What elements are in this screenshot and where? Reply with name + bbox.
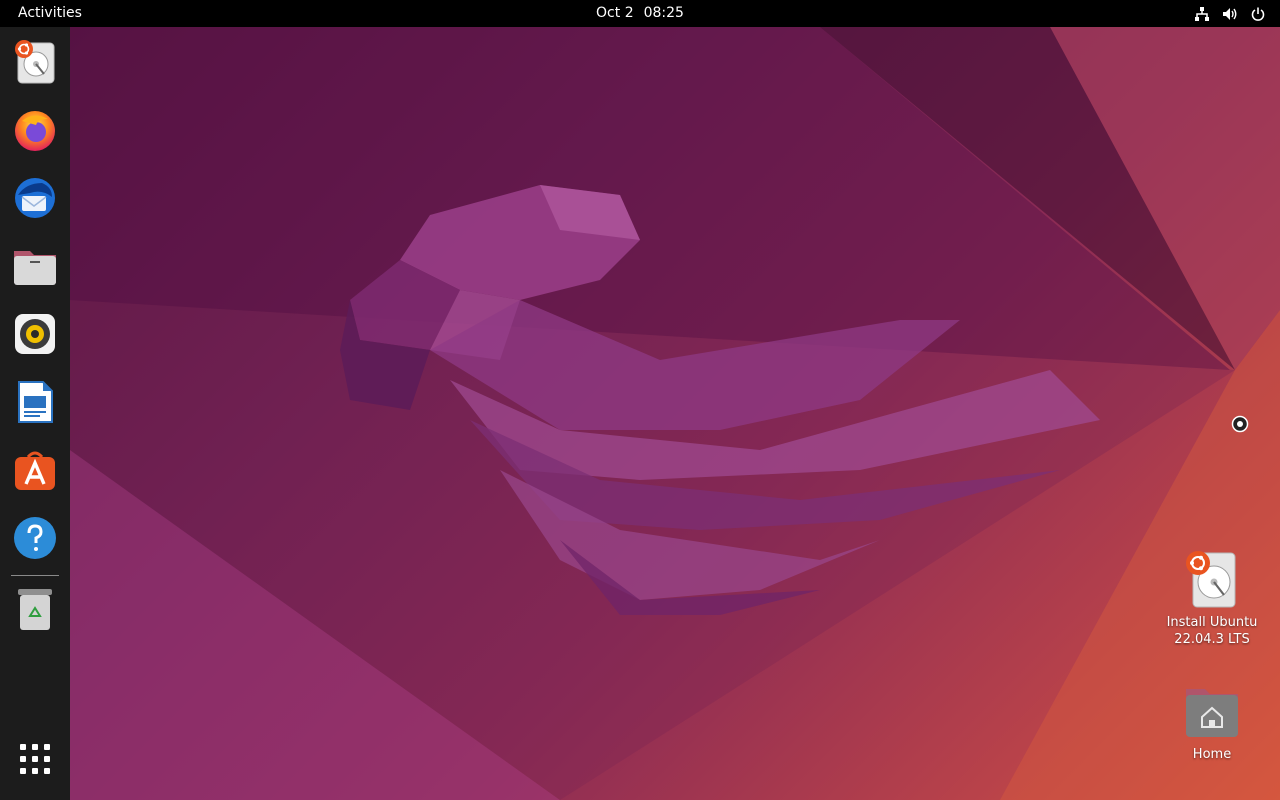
top-bar: Activities Oct 2 08:25 [0, 0, 1280, 27]
files-icon [12, 243, 58, 293]
trash-icon [12, 586, 58, 636]
clock-time: 08:25 [643, 5, 684, 21]
show-applications-button[interactable] [11, 737, 59, 785]
desktop-icon-label-line1: Install Ubuntu [1166, 615, 1258, 630]
desktop-icon-home[interactable]: Home [1157, 680, 1267, 763]
app-grid-icon [17, 741, 53, 781]
dock-item-firefox[interactable] [11, 108, 59, 156]
dock-item-libreoffice-writer[interactable] [11, 380, 59, 428]
dock [0, 27, 70, 800]
desktop-icon-label: Home [1192, 747, 1232, 762]
power-icon [1250, 6, 1266, 22]
desktop-icon-label-line2: 22.04.3 LTS [1174, 632, 1250, 647]
system-menu[interactable] [1194, 0, 1266, 27]
dock-item-rhythmbox[interactable] [11, 312, 59, 360]
dock-item-thunderbird[interactable] [11, 176, 59, 224]
volume-icon [1222, 6, 1238, 22]
mouse-cursor-icon [1231, 415, 1249, 433]
home-folder-icon [1180, 680, 1244, 744]
clock: Oct 2 08:25 [0, 0, 1280, 27]
clock-date: Oct 2 [596, 5, 634, 21]
clock-button[interactable]: Oct 2 08:25 [596, 5, 684, 21]
help-icon [12, 515, 58, 565]
libreoffice-writer-icon [12, 379, 58, 429]
dock-separator [11, 575, 59, 576]
rhythmbox-icon [12, 311, 58, 361]
ubuntu-installer-icon [12, 39, 58, 89]
thunderbird-icon [12, 175, 58, 225]
ubuntu-installer-icon [1180, 548, 1244, 612]
desktop-icon-install-ubuntu[interactable]: Install Ubuntu 22.04.3 LTS [1157, 548, 1267, 648]
network-wired-icon [1194, 6, 1210, 22]
dock-item-help[interactable] [11, 516, 59, 564]
desktop-wallpaper [0, 0, 1280, 800]
ubuntu-software-icon [12, 447, 58, 497]
firefox-icon [12, 107, 58, 157]
wallpaper-art [70, 27, 1280, 800]
dock-item-ubuntu-software[interactable] [11, 448, 59, 496]
activities-button[interactable]: Activities [10, 0, 90, 27]
dock-item-install-ubuntu[interactable] [11, 40, 59, 88]
dock-item-trash[interactable] [11, 587, 59, 635]
dock-item-files[interactable] [11, 244, 59, 292]
